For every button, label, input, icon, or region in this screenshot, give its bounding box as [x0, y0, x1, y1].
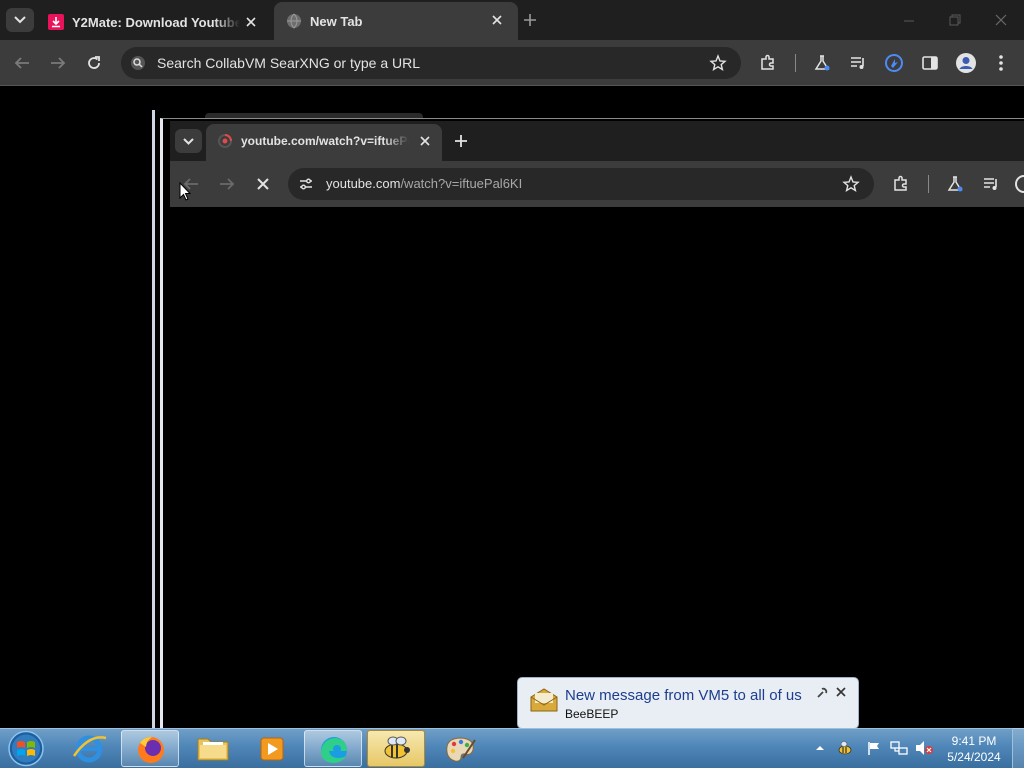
close-icon[interactable]	[244, 15, 258, 29]
tab-title: New Tab	[310, 13, 363, 29]
bookmark-star-icon[interactable]	[842, 175, 860, 193]
folder-icon	[197, 738, 229, 761]
tab-new-tab[interactable]: New Tab	[274, 2, 518, 40]
forward-icon[interactable]	[218, 176, 236, 192]
close-icon[interactable]	[490, 13, 504, 27]
taskbar-paint[interactable]	[431, 730, 489, 767]
wrench-icon[interactable]	[816, 686, 829, 699]
chevron-down-icon	[14, 16, 26, 24]
taskbar-media-player[interactable]	[243, 730, 301, 767]
paint-palette-icon	[446, 737, 476, 762]
internet-explorer-icon	[72, 735, 107, 763]
labs-icon[interactable]	[813, 54, 831, 72]
taskbar-file-explorer[interactable]	[184, 730, 242, 767]
mouse-cursor-icon	[179, 182, 191, 201]
toolbar-divider	[795, 54, 796, 72]
extensions-icon[interactable]	[892, 175, 910, 193]
forward-icon[interactable]	[49, 55, 67, 71]
media-control-icon[interactable]	[849, 54, 867, 72]
inner-url[interactable]: youtube.com/watch?v=iftuePal6KI	[326, 176, 522, 191]
speed-icon[interactable]	[1014, 174, 1024, 194]
tab-y2mate[interactable]: Y2Mate: Download Youtube videos	[36, 4, 272, 40]
side-panel-icon[interactable]	[921, 54, 939, 72]
inner-page-content	[170, 207, 1024, 728]
minimize-icon[interactable]	[902, 14, 916, 28]
omnibox-placeholder[interactable]: Search CollabVM SearXNG or type a URL	[157, 55, 420, 71]
menu-icon[interactable]	[996, 54, 1006, 72]
action-center-flag-icon[interactable]	[866, 740, 882, 756]
firefox-icon	[138, 737, 164, 763]
globe-icon	[287, 13, 301, 29]
back-icon[interactable]	[13, 55, 31, 71]
url-path: /watch?v=iftuePal6KI	[400, 176, 523, 191]
speed-icon[interactable]	[884, 53, 904, 73]
tab-title: Y2Mate: Download Youtube videos	[72, 14, 240, 30]
url-host: youtube.com	[326, 176, 401, 191]
mail-icon	[530, 688, 558, 712]
extensions-icon[interactable]	[759, 54, 777, 72]
bookmark-star-icon[interactable]	[709, 54, 727, 72]
inner-tab-search-button[interactable]	[175, 129, 202, 153]
inner-tab-title: youtube.com/watch?v=iftuePal6KI	[241, 134, 409, 148]
tab-search-button[interactable]	[6, 8, 34, 32]
search-engine-icon	[131, 56, 145, 70]
clock-time: 9:41 PM	[951, 734, 997, 748]
new-tab-plus-icon[interactable]	[453, 133, 469, 149]
site-info-icon[interactable]	[298, 176, 314, 192]
taskbar-beebeep[interactable]	[367, 730, 425, 767]
taskbar-firefox[interactable]	[121, 730, 179, 767]
toolbar-divider	[928, 175, 929, 193]
chevron-down-icon	[183, 138, 194, 145]
profile-icon[interactable]	[955, 52, 977, 74]
tray-beebeep-icon[interactable]	[836, 739, 854, 757]
show-desktop-button[interactable]	[1012, 728, 1024, 768]
network-icon[interactable]	[890, 740, 908, 756]
show-hidden-icons-icon[interactable]	[815, 743, 825, 753]
taskbar-internet-explorer[interactable]	[60, 730, 118, 767]
notification-app-name: BeeBEEP	[565, 707, 619, 721]
loading-spinner-icon	[218, 134, 232, 148]
bee-icon	[384, 736, 410, 759]
labs-icon[interactable]	[946, 175, 964, 193]
taskbar-edge[interactable]	[304, 730, 362, 767]
close-icon[interactable]	[418, 134, 432, 148]
volume-muted-icon[interactable]	[914, 740, 934, 756]
notification-title: New message from VM5 to all of us	[565, 687, 802, 704]
stop-loading-icon[interactable]	[255, 176, 271, 192]
new-tab-plus-icon[interactable]	[522, 12, 538, 28]
media-control-icon[interactable]	[982, 175, 1000, 193]
restore-icon[interactable]	[948, 13, 962, 27]
edge-icon	[321, 737, 347, 763]
media-player-icon	[260, 737, 284, 761]
start-orb-icon[interactable]	[6, 730, 46, 767]
reload-icon[interactable]	[85, 54, 103, 72]
system-clock[interactable]: 9:41 PM 5/24/2024	[940, 733, 1008, 765]
close-window-icon[interactable]	[994, 13, 1008, 27]
download-icon	[48, 14, 64, 30]
close-icon[interactable]	[835, 686, 847, 698]
clock-date: 5/24/2024	[947, 750, 1001, 764]
